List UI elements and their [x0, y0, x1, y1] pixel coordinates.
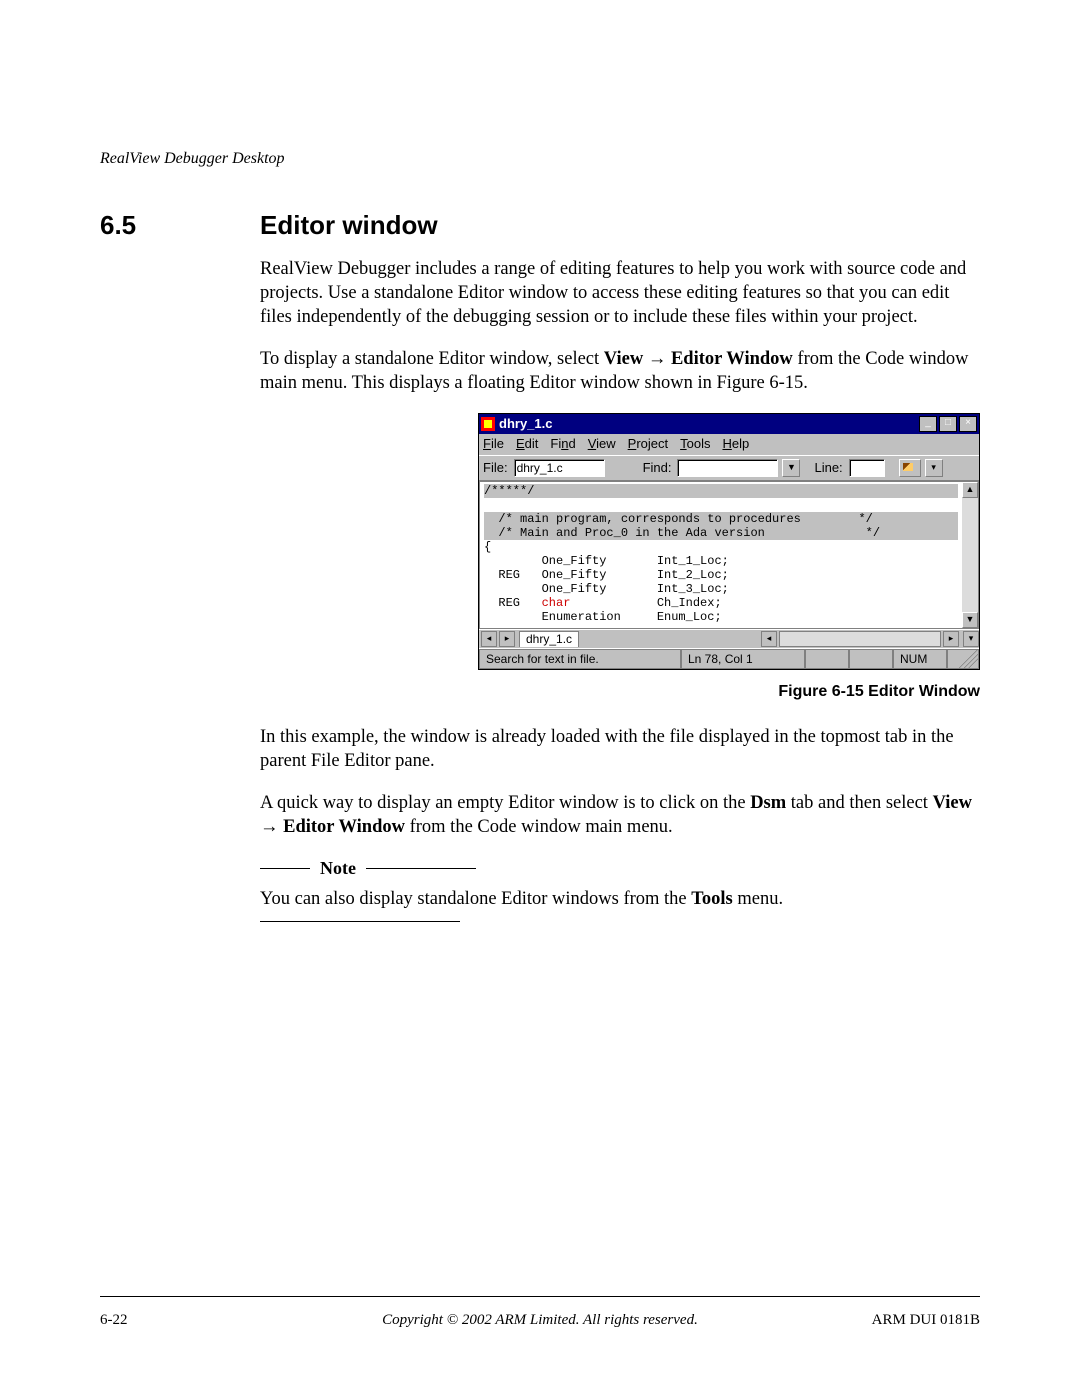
scroll-down-button[interactable]: ▼: [962, 612, 978, 628]
text: tab and then select: [786, 793, 932, 813]
find-field[interactable]: [677, 459, 778, 477]
status-position: Ln 78, Col 1: [681, 649, 805, 669]
section-title: Editor window: [260, 210, 438, 241]
note-body: You can also display standalone Editor w…: [260, 887, 980, 911]
rule: [260, 868, 310, 869]
editor-toolbar: File: dhry_1.c Find: ▼ Line: ▾: [479, 455, 979, 481]
editor-menubar: File Edit Find View Project Tools Help: [479, 434, 979, 455]
code-editor[interactable]: /*****/ /* main program, corresponds to …: [479, 481, 962, 629]
editor-window: dhry_1.c _ □ × File Edit Find View Proje…: [478, 413, 980, 670]
vertical-scrollbar[interactable]: ▲ ▼: [962, 481, 979, 629]
code-line: REG One_Fifty Int_2_Loc;: [484, 568, 729, 582]
scroll-track[interactable]: [779, 631, 941, 647]
menu-ref-tools: Tools: [691, 889, 732, 909]
note-label: Note: [320, 857, 356, 880]
copyright: Copyright © 2002 ARM Limited. All rights…: [100, 1312, 980, 1329]
code-line: /*****/: [484, 484, 958, 498]
text: You can also display standalone Editor w…: [260, 889, 691, 909]
menu-help[interactable]: Help: [722, 436, 749, 453]
note-heading: Note: [260, 857, 980, 880]
resize-grip-icon[interactable]: [947, 649, 979, 669]
menu-ref-view: View: [604, 349, 643, 369]
figure-caption: Figure 6-15 Editor Window: [260, 682, 980, 703]
minimize-button[interactable]: _: [919, 416, 937, 432]
editor-titlebar[interactable]: dhry_1.c _ □ ×: [479, 414, 979, 434]
scroll-down-small-button[interactable]: ▾: [963, 631, 979, 647]
body-column: RealView Debugger includes a range of ed…: [260, 257, 980, 922]
menu-edit[interactable]: Edit: [516, 436, 538, 453]
find-dropdown-button[interactable]: ▼: [782, 459, 800, 477]
scroll-left-button[interactable]: ◂: [761, 631, 777, 647]
page: RealView Debugger Desktop 6.5 Editor win…: [0, 0, 1080, 1397]
running-header: RealView Debugger Desktop: [100, 150, 980, 168]
horizontal-scrollbar[interactable]: ◂ ▸: [581, 631, 959, 647]
editor-code-area: /*****/ /* main program, corresponds to …: [479, 481, 979, 629]
menu-ref-view: View: [933, 793, 972, 813]
status-message: Search for text in file.: [479, 649, 681, 669]
menu-tools[interactable]: Tools: [680, 436, 710, 453]
scroll-right-button[interactable]: ▸: [943, 631, 959, 647]
editor-statusbar: Search for text in file. Ln 78, Col 1 NU…: [479, 648, 979, 669]
editor-tabbar: ◂ ▸ dhry_1.c ◂ ▸ ▾: [479, 629, 979, 648]
code-line: /* Main and Proc_0 in the Ada version */: [484, 526, 958, 540]
app-icon: [481, 417, 495, 431]
maximize-button[interactable]: □: [939, 416, 957, 432]
rule: [260, 921, 460, 922]
menu-file[interactable]: File: [483, 436, 504, 453]
figure: dhry_1.c _ □ × File Edit Find View Proje…: [260, 413, 980, 670]
paragraph: A quick way to display an empty Editor w…: [260, 791, 980, 839]
text: menu.: [733, 889, 783, 909]
line-field[interactable]: [849, 459, 885, 477]
text: →: [260, 817, 283, 837]
status-blank-2: [849, 649, 893, 669]
text: from the Code window main menu.: [405, 817, 673, 837]
code-line: /* main program, corresponds to procedur…: [484, 512, 958, 526]
scroll-up-button[interactable]: ▲: [962, 482, 978, 498]
edit-icon[interactable]: [899, 459, 921, 477]
code-line: REG char Ch_Index;: [484, 596, 722, 610]
code-line: One_Fifty Int_1_Loc;: [484, 554, 729, 568]
menu-ref-editor-window: Editor Window: [283, 817, 405, 837]
footer-rule: [100, 1296, 980, 1297]
text: →: [643, 349, 671, 369]
code-line: {: [484, 540, 491, 554]
file-label: File:: [483, 460, 508, 477]
menu-project[interactable]: Project: [628, 436, 668, 453]
text: To display a standalone Editor window, s…: [260, 349, 604, 369]
code-line: One_Fifty Int_3_Loc;: [484, 582, 729, 596]
rule: [366, 868, 476, 869]
find-label: Find:: [643, 460, 672, 477]
paragraph: To display a standalone Editor window, s…: [260, 347, 980, 395]
paragraph: In this example, the window is already l…: [260, 725, 980, 773]
status-blank-1: [805, 649, 849, 669]
close-button[interactable]: ×: [959, 416, 977, 432]
section-number: 6.5: [100, 210, 260, 241]
section-heading: 6.5 Editor window: [100, 210, 980, 241]
code-line: Enumeration Enum_Loc;: [484, 610, 722, 624]
tab-next-button[interactable]: ▸: [499, 631, 515, 647]
file-tab[interactable]: dhry_1.c: [519, 631, 579, 647]
file-field[interactable]: dhry_1.c: [514, 459, 605, 477]
menu-find[interactable]: Find: [550, 436, 575, 453]
paragraph: RealView Debugger includes a range of ed…: [260, 257, 980, 329]
status-numlock: NUM: [893, 649, 947, 669]
tab-prev-button[interactable]: ◂: [481, 631, 497, 647]
tab-ref-dsm: Dsm: [750, 793, 786, 813]
line-label: Line:: [814, 460, 842, 477]
edit-dropdown-button[interactable]: ▾: [925, 459, 943, 477]
menu-view[interactable]: View: [588, 436, 616, 453]
keyword-char: char: [542, 596, 571, 610]
menu-ref-editor-window: Editor Window: [671, 349, 793, 369]
text: A quick way to display an empty Editor w…: [260, 793, 750, 813]
page-footer: 6-22 Copyright © 2002 ARM Limited. All r…: [100, 1312, 980, 1329]
editor-title: dhry_1.c: [499, 416, 919, 433]
